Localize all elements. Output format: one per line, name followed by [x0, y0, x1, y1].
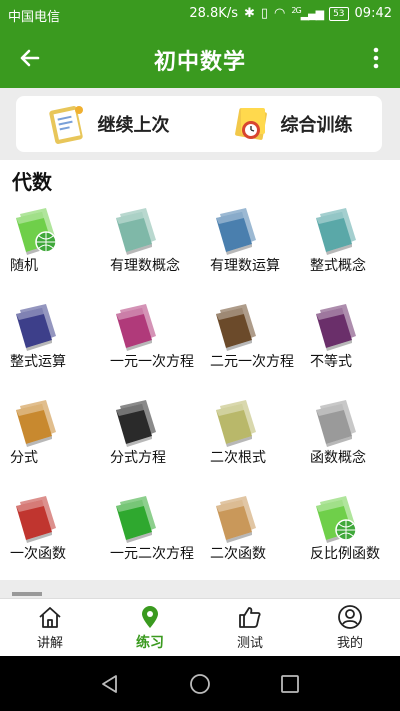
user-icon — [338, 605, 362, 629]
topic-item[interactable]: 有理数概念 — [100, 202, 200, 296]
clock: 09:42 — [354, 6, 392, 21]
book-icon — [216, 208, 256, 255]
topic-item[interactable]: 随机 — [0, 202, 100, 296]
topic-label: 函数概念 — [310, 450, 366, 466]
continue-last-button[interactable]: 继续上次 — [16, 96, 199, 152]
topic-label: 分式 — [10, 450, 38, 466]
book-icon — [316, 304, 356, 351]
tab-explain[interactable]: 讲解 — [0, 599, 100, 656]
bluetooth-icon: ✱ — [243, 6, 255, 21]
book-icon — [16, 496, 56, 543]
topic-item[interactable]: 二次函数 — [200, 490, 300, 580]
tab-test-label: 测试 — [236, 636, 263, 651]
app-bar: 初中数学 — [0, 28, 400, 88]
topic-label: 不等式 — [310, 354, 352, 370]
book-icon — [116, 304, 156, 351]
network-speed: 28.8K/s — [189, 6, 238, 21]
network-type: 2G — [291, 6, 301, 16]
topic-label: 二次函数 — [210, 546, 266, 562]
topic-item[interactable]: 二元一次方程 — [200, 298, 300, 392]
page-title: 初中数学 — [153, 50, 246, 75]
topic-label: 一元一次方程 — [110, 354, 194, 370]
topic-label: 分式方程 — [110, 450, 166, 466]
carrier-label: 中国电信 — [8, 10, 61, 25]
location-pin-icon — [142, 605, 158, 628]
topic-label: 有理数概念 — [110, 258, 180, 274]
book-icon — [116, 208, 156, 255]
topic-label: 整式概念 — [310, 258, 366, 274]
clipboard-icon — [48, 106, 83, 144]
topic-label: 二次根式 — [210, 450, 266, 466]
more-vert-icon[interactable] — [364, 44, 388, 72]
book-icon — [316, 208, 356, 255]
book-icon — [216, 400, 256, 447]
tab-practice-label: 练习 — [136, 634, 164, 651]
topic-item[interactable]: 反比例函数 — [300, 490, 400, 580]
topic-label: 有理数运算 — [210, 258, 280, 274]
topic-label: 一次函数 — [10, 546, 66, 562]
topic-item[interactable]: 一元二次方程 — [100, 490, 200, 580]
wifi-icon: ◠ — [274, 6, 286, 21]
globe-book-icon — [16, 208, 57, 255]
tab-test[interactable]: 测试 — [200, 599, 300, 656]
topic-label: 整式运算 — [10, 354, 66, 370]
system-nav-bar — [0, 656, 400, 711]
topic-label: 一元二次方程 — [110, 546, 194, 562]
topic-label: 反比例函数 — [310, 546, 380, 562]
book-icon — [116, 400, 156, 447]
section-title: 代数 — [12, 170, 52, 194]
topic-label: 随机 — [10, 258, 38, 274]
comprehensive-training-button[interactable]: 综合训练 — [199, 96, 382, 152]
next-section-peek — [0, 580, 400, 598]
topic-section: 代数 随机 有理数概念 有理数运算 整式概念整式运算 一元一次方程 二元一次方程 不等式分式… — [0, 160, 400, 580]
topic-item[interactable]: 分式方程 — [100, 394, 200, 488]
status-right: 28.8K/s ✱ ▯ ◠ 2G▂▄▆ 53 09:42 — [189, 6, 392, 21]
topic-item[interactable]: 整式概念 — [300, 202, 400, 296]
status-bar: 中国电信 28.8K/s ✱ ▯ ◠ 2G▂▄▆ 53 09:42 — [0, 0, 400, 28]
topic-item[interactable]: 一次函数 — [0, 490, 100, 580]
book-icon — [16, 400, 56, 447]
continue-last-label: 继续上次 — [97, 115, 170, 136]
book-icon — [216, 304, 256, 351]
topic-item[interactable]: 不等式 — [300, 298, 400, 392]
book-icon — [116, 496, 156, 543]
nav-home-icon[interactable] — [188, 672, 212, 696]
nav-back-icon[interactable] — [98, 672, 122, 696]
tab-mine-label: 我的 — [336, 636, 363, 651]
topic-item[interactable]: 一元一次方程 — [100, 298, 200, 392]
topic-item[interactable]: 有理数运算 — [200, 202, 300, 296]
nav-recents-icon[interactable] — [278, 672, 302, 696]
vibrate-icon: ▯ — [260, 6, 269, 21]
battery-icon: 53 — [329, 6, 349, 21]
book-icon — [316, 400, 356, 447]
bottom-tab-bar: 讲解 练习 测试 我的 — [0, 598, 400, 656]
topic-item[interactable]: 二次根式 — [200, 394, 300, 488]
globe-book-icon — [316, 496, 357, 543]
quick-actions-card: 继续上次 综合训练 — [16, 96, 382, 152]
comprehensive-training-label: 综合训练 — [280, 115, 353, 136]
topic-item[interactable]: 整式运算 — [0, 298, 100, 392]
tab-mine[interactable]: 我的 — [300, 599, 400, 656]
tab-practice[interactable]: 练习 — [100, 599, 200, 656]
next-section-title-peek — [12, 592, 42, 596]
home-icon — [39, 607, 61, 628]
thumbs-up-icon — [239, 607, 261, 628]
topic-label: 二元一次方程 — [210, 354, 294, 370]
book-icon — [216, 496, 256, 543]
signal-icon: 2G▂▄▆ — [291, 6, 324, 21]
topic-item[interactable]: 分式 — [0, 394, 100, 488]
book-icon — [16, 304, 56, 351]
training-icon — [234, 108, 267, 140]
topic-item[interactable]: 函数概念 — [300, 394, 400, 488]
tab-explain-label: 讲解 — [36, 636, 63, 651]
